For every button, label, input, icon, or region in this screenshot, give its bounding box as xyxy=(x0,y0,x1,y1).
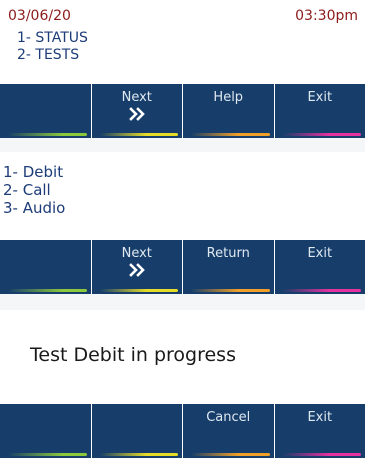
softkey-accent-yellow xyxy=(99,453,178,456)
time-display: 03:30pm xyxy=(295,8,358,24)
next-button[interactable]: Next xyxy=(91,240,183,294)
softkey-accent-pink xyxy=(282,133,361,136)
display-area: 1- Debit 2- Call 3- Audio xyxy=(0,158,365,240)
display-area: Test Debit in progress xyxy=(0,318,365,404)
return-button-label: Return xyxy=(206,246,250,261)
softkey-accent-green xyxy=(8,133,87,136)
menu-item-audio[interactable]: 3- Audio xyxy=(3,199,65,217)
cancel-button-label: Cancel xyxy=(206,410,251,425)
softkey-1[interactable] xyxy=(0,404,92,458)
softkey-1[interactable] xyxy=(0,240,92,294)
next-button[interactable]: Next xyxy=(91,84,183,138)
tests-menu-screen: 1- Debit 2- Call 3- Audio Next Return Ex xyxy=(0,152,365,310)
menu-item-tests[interactable]: 2- TESTS xyxy=(17,47,79,64)
display-area: 03/06/20 03:30pm 1- STATUS 2- TESTS xyxy=(0,0,365,84)
next-button-label: Next xyxy=(121,90,152,105)
panel-divider xyxy=(0,294,365,310)
date-display: 03/06/20 xyxy=(8,8,71,24)
softkey-accent-pink xyxy=(282,289,361,292)
exit-button-label: Exit xyxy=(307,90,333,105)
double-chevron-right-icon xyxy=(92,263,183,277)
softkey-accent-orange xyxy=(191,289,270,292)
softkey-accent-green xyxy=(8,453,87,456)
help-button[interactable]: Help xyxy=(183,84,275,138)
cancel-button[interactable]: Cancel xyxy=(183,404,275,458)
softkey-1[interactable] xyxy=(0,84,92,138)
softkey-accent-yellow xyxy=(99,133,178,136)
softkey-accent-green xyxy=(8,289,87,292)
panel-divider xyxy=(0,138,365,152)
exit-button[interactable]: Exit xyxy=(274,84,365,138)
softkey-bar: Cancel Exit xyxy=(0,404,365,458)
menu-item-status[interactable]: 1- STATUS xyxy=(17,30,88,47)
menu-item-call[interactable]: 2- Call xyxy=(3,181,51,199)
double-chevron-right-icon xyxy=(92,107,183,121)
help-button-label: Help xyxy=(213,90,244,105)
softkey-accent-orange xyxy=(191,453,270,456)
menu-item-debit[interactable]: 1- Debit xyxy=(3,163,63,181)
softkey-bar: Next Return Exit xyxy=(0,240,365,294)
exit-button-label: Exit xyxy=(307,410,333,425)
exit-button[interactable]: Exit xyxy=(274,404,365,458)
exit-button-label: Exit xyxy=(307,246,333,261)
softkey-accent-orange xyxy=(191,133,270,136)
exit-button[interactable]: Exit xyxy=(274,240,365,294)
terminal-screens: 03/06/20 03:30pm 1- STATUS 2- TESTS Next… xyxy=(0,0,365,459)
softkey-accent-yellow xyxy=(99,289,178,292)
return-button[interactable]: Return xyxy=(183,240,275,294)
softkey-accent-pink xyxy=(282,453,361,456)
status-message: Test Debit in progress xyxy=(30,344,236,366)
main-menu-screen: 03/06/20 03:30pm 1- STATUS 2- TESTS Next… xyxy=(0,0,365,152)
next-button-label: Next xyxy=(121,246,152,261)
test-in-progress-screen: Test Debit in progress Cancel Exit xyxy=(0,310,365,459)
softkey-2[interactable] xyxy=(91,404,183,458)
softkey-bar: Next Help Exit xyxy=(0,84,365,138)
